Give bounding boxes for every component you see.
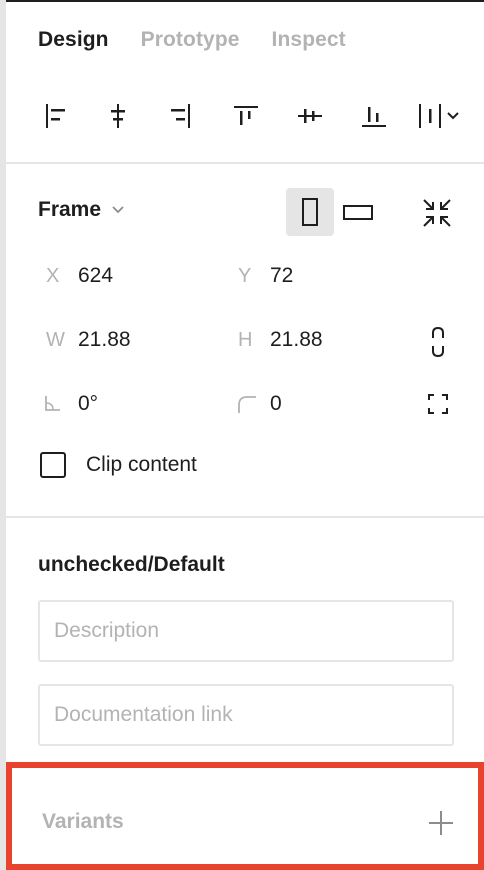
w-label: W	[46, 328, 65, 351]
clip-content-checkbox[interactable]	[40, 452, 66, 478]
documentation-link-input[interactable]	[38, 684, 454, 746]
clip-content-row[interactable]: Clip content	[40, 452, 197, 478]
align-top-icon	[234, 106, 258, 125]
height-field[interactable]: H 21.88	[230, 320, 420, 360]
constrain-proportions-button[interactable]	[420, 322, 456, 362]
portrait-icon	[302, 198, 318, 226]
variants-section-highlight: Variants	[6, 762, 484, 870]
align-right-button[interactable]	[158, 94, 202, 138]
panel-tabs: Design Prototype Inspect	[38, 28, 346, 58]
landscape-orientation-button[interactable]	[338, 188, 378, 236]
rotation-icon	[38, 394, 78, 414]
align-left-icon	[46, 104, 65, 128]
panel-left-border	[0, 0, 6, 870]
component-name: unchecked/Default	[38, 553, 225, 576]
resize-to-fit-button[interactable]	[414, 190, 460, 236]
section-divider	[6, 516, 484, 518]
frame-type-dropdown[interactable]: Frame	[38, 198, 125, 222]
align-bottom-icon	[362, 107, 386, 127]
independent-corners-icon	[428, 394, 448, 414]
w-value: 21.88	[78, 328, 131, 351]
width-field[interactable]: W 21.88	[38, 320, 228, 360]
landscape-icon	[343, 205, 373, 220]
rotation-value: 0°	[78, 392, 99, 415]
chevron-down-icon	[112, 206, 124, 214]
align-horizontal-center-icon	[111, 104, 125, 128]
align-left-button[interactable]	[34, 94, 78, 138]
corner-radius-field[interactable]: 0	[230, 384, 420, 424]
distribute-spacing-icon	[419, 104, 459, 128]
radius-value: 0	[270, 392, 282, 415]
x-value: 624	[78, 264, 114, 287]
y-field[interactable]: Y 72	[230, 256, 420, 296]
clip-content-label: Clip content	[86, 453, 197, 476]
section-divider	[6, 162, 484, 164]
variants-label: Variants	[42, 810, 124, 833]
resize-to-fit-icon	[423, 199, 451, 227]
distribute-spacing-button[interactable]	[416, 94, 464, 138]
add-variant-button[interactable]	[426, 808, 456, 838]
tab-prototype[interactable]: Prototype	[141, 28, 240, 58]
h-value: 21.88	[270, 328, 323, 351]
portrait-orientation-button[interactable]	[286, 188, 334, 236]
align-vertical-center-icon	[298, 109, 322, 123]
design-panel: Design Prototype Inspect Frame X 624 Y 7…	[0, 0, 484, 870]
plus-icon	[429, 811, 453, 835]
y-label: Y	[238, 264, 252, 287]
rotation-field[interactable]: 0°	[38, 384, 228, 424]
independent-corners-button[interactable]	[420, 386, 456, 422]
y-value: 72	[270, 264, 294, 287]
align-top-button[interactable]	[224, 94, 268, 138]
align-horizontal-center-button[interactable]	[96, 94, 140, 138]
x-label: X	[46, 264, 60, 287]
corner-radius-icon	[230, 393, 270, 415]
panel-top-border	[6, 0, 484, 2]
constrain-proportions-icon	[432, 326, 444, 358]
tab-inspect[interactable]: Inspect	[272, 28, 346, 58]
tab-design[interactable]: Design	[38, 28, 109, 58]
x-field[interactable]: X 624	[38, 256, 228, 296]
alignment-toolbar	[34, 94, 474, 138]
align-vertical-center-button[interactable]	[288, 94, 332, 138]
align-bottom-button[interactable]	[352, 94, 396, 138]
description-input[interactable]	[38, 600, 454, 662]
align-right-icon	[171, 104, 190, 128]
frame-label: Frame	[38, 198, 102, 221]
h-label: H	[238, 328, 253, 351]
